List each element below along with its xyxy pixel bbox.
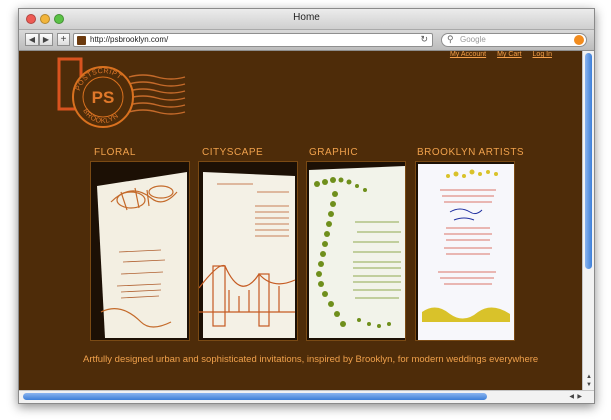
category-graphic-title[interactable]: GRAPHIC: [309, 147, 358, 158]
scroll-up-arrow-icon[interactable]: ▲: [586, 374, 592, 380]
add-bookmark-button[interactable]: +: [57, 33, 70, 46]
forward-button[interactable]: ▶: [39, 33, 53, 46]
postmark-lines: [128, 74, 186, 115]
title-bar[interactable]: Home: [19, 9, 594, 30]
cityscape-invitation-image: [199, 172, 296, 338]
horizontal-scrollbar[interactable]: ◀ ▶: [19, 390, 594, 403]
page-content: My Account My Cart Log In POSTSCRIPT BRO…: [19, 51, 582, 390]
scroll-down-arrow-icon[interactable]: ▼: [586, 382, 592, 388]
account-nav: My Account My Cart Log In: [441, 51, 552, 58]
category-floral-card[interactable]: [90, 161, 190, 341]
postscript-brooklyn-logo[interactable]: POSTSCRIPT BROOKLYN PS: [57, 57, 187, 137]
brooklyn-artists-invitation-image: [418, 164, 514, 340]
graphic-invitation-image: [309, 166, 405, 338]
browser-window: Home ◀ ▶ + http://psbrooklyn.com/ ↻ ⚲ Go…: [18, 8, 595, 404]
category-floral-title[interactable]: FLORAL: [94, 147, 136, 158]
category-cityscape-card[interactable]: [198, 161, 298, 341]
category-cityscape-title[interactable]: CITYSCAPE: [202, 147, 263, 158]
vertical-scrollbar[interactable]: ▲ ▼: [582, 51, 594, 390]
floral-invitation-image: [97, 172, 187, 338]
address-text[interactable]: http://psbrooklyn.com/: [90, 35, 168, 44]
logo-initials: PS: [92, 88, 115, 107]
log-in-link[interactable]: Log In: [533, 51, 552, 58]
category-brooklyn-artists-card[interactable]: [415, 161, 515, 341]
horizontal-scroll-thumb[interactable]: [23, 393, 487, 400]
my-cart-link[interactable]: My Cart: [497, 51, 522, 58]
tagline: Artfully designed urban and sophisticate…: [83, 354, 539, 365]
category-brooklyn-artists-title[interactable]: BROOKLYN ARTISTS: [417, 147, 524, 158]
my-account-link[interactable]: My Account: [450, 51, 486, 58]
browser-toolbar: ◀ ▶ + http://psbrooklyn.com/ ↻ ⚲ Google: [19, 30, 594, 51]
search-icon: ⚲: [447, 34, 454, 44]
category-graphic-card[interactable]: [306, 161, 406, 341]
reload-icon[interactable]: ↻: [420, 34, 428, 45]
scroll-right-arrow-icon[interactable]: ▶: [577, 393, 582, 400]
snapback-icon[interactable]: [574, 35, 584, 45]
window-title: Home: [293, 12, 320, 23]
scroll-left-arrow-icon[interactable]: ◀: [569, 393, 574, 400]
vertical-scroll-thumb[interactable]: [585, 53, 592, 269]
search-placeholder[interactable]: Google: [460, 35, 486, 44]
address-bar[interactable]: http://psbrooklyn.com/ ↻: [73, 33, 433, 47]
back-button[interactable]: ◀: [25, 33, 39, 46]
search-field[interactable]: ⚲ Google: [441, 33, 587, 47]
site-favicon-icon: [77, 36, 86, 45]
